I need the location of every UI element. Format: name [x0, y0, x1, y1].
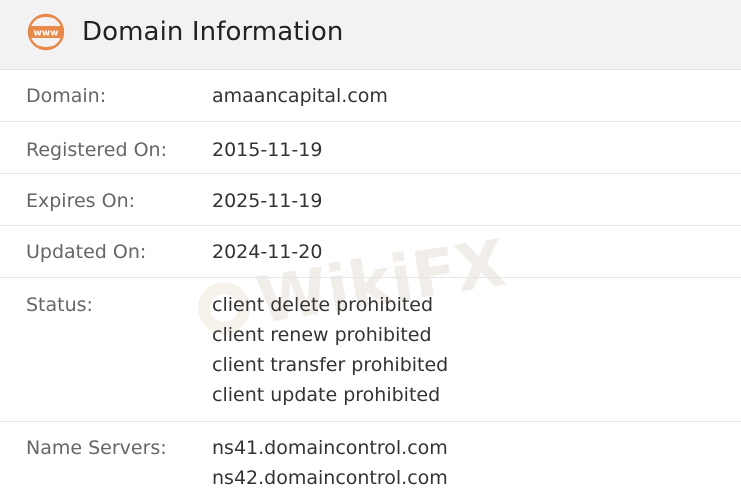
status-value: client delete prohibited: [212, 294, 434, 316]
status-value: client renew prohibited: [212, 324, 432, 346]
domain-label: Domain:: [26, 85, 107, 107]
name-server-value: ns41.domaincontrol.com: [212, 437, 448, 459]
svg-text:www: www: [34, 29, 59, 39]
expires-on-label: Expires On:: [26, 190, 136, 212]
status-label: Status:: [26, 294, 93, 316]
status-row: Status: client delete prohibited client …: [0, 278, 741, 422]
updated-on-row: Updated On: 2024-11-20: [0, 226, 741, 278]
domain-row: Domain: amaancapital.com: [0, 70, 741, 122]
domain-info-header: www Domain Information: [0, 0, 741, 70]
updated-on-label: Updated On:: [26, 241, 147, 263]
updated-on-value: 2024-11-20: [212, 241, 323, 263]
domain-value: amaancapital.com: [212, 85, 388, 107]
expires-on-row: Expires On: 2025-11-19: [0, 174, 741, 226]
expires-on-value: 2025-11-19: [212, 190, 323, 212]
page-title: Domain Information: [82, 17, 344, 47]
registered-on-label: Registered On:: [26, 139, 167, 161]
status-value: client transfer prohibited: [212, 354, 449, 376]
name-servers-row: Name Servers: ns41.domaincontrol.com ns4…: [0, 422, 741, 501]
name-servers-label: Name Servers:: [26, 437, 167, 459]
registered-on-value: 2015-11-19: [212, 139, 323, 161]
registered-on-row: Registered On: 2015-11-19: [0, 122, 741, 174]
www-globe-icon: www: [27, 13, 65, 51]
status-value: client update prohibited: [212, 384, 441, 406]
name-server-value: ns42.domaincontrol.com: [212, 467, 448, 489]
